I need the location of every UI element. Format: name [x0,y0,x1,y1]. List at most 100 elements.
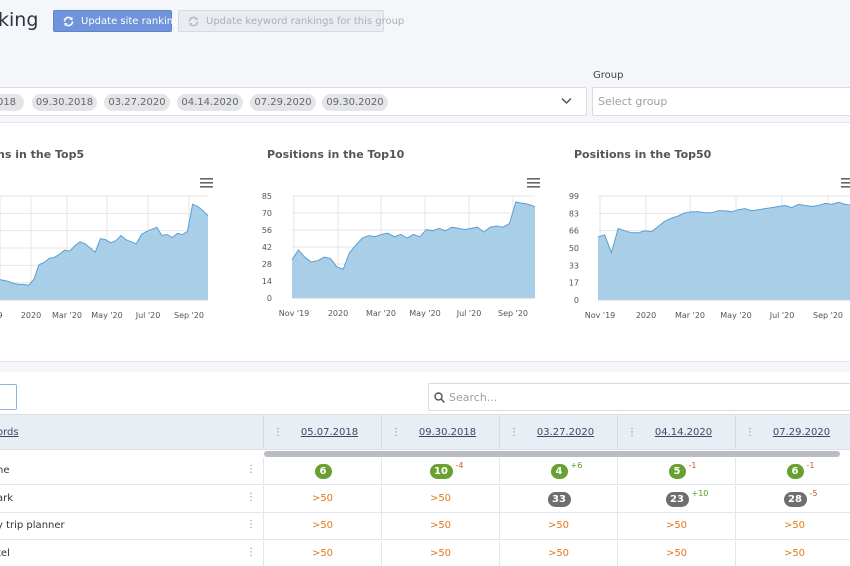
position-cell: 10 -4 [381,458,499,485]
y-tick-label: 33 [569,261,579,270]
x-tick-label: Mar '20 [366,309,396,318]
position-cell: 4 +6 [499,458,617,485]
date-column-header[interactable]: ⋮ 03.27.2020 [499,415,617,449]
position-cell: >50 [263,485,381,513]
position-change: +10 [691,488,709,498]
position-cell: >50 [263,540,381,566]
not-ranked-text: >50 [311,547,334,559]
row-menu-icon[interactable]: ⋮ [246,547,256,558]
y-tick-label: 42 [262,243,272,252]
position-change: -4 [455,461,464,470]
y-tick-label: 14 [262,277,272,286]
update-site-ranking-button[interactable]: Update site ranking [53,10,179,32]
rankings-table-area: r Search... ords ⋮ 05.07.2018 ⋮ 09.30.20… [0,372,850,566]
y-tick-label: 0 [574,296,579,305]
position-change: -5 [809,488,818,498]
position-change: -1 [688,461,697,470]
row-menu-icon[interactable]: ⋮ [246,464,256,475]
y-tick-label: 83 [569,209,579,218]
y-tick-label: 99 [569,192,579,201]
position-badge: 5 [668,464,686,479]
date-column-header[interactable]: ⋮ 04.14.2020 [617,415,735,449]
x-tick-label: Mar '20 [675,311,705,320]
position-change: -1 [806,461,815,470]
date-column-header[interactable]: ⋮ 05.07.2018 [263,415,381,449]
x-tick-label: Sep '20 [813,311,843,320]
position-badge: 4 [550,464,568,479]
filter-button[interactable]: r [0,384,17,410]
position-cell: >50 [735,513,850,540]
not-ranked-text: >50 [783,547,806,559]
position-cell: 23 +10 [617,485,735,513]
not-ranked-text: >50 [783,520,806,531]
table-row[interactable]: ark ⋮ >50 >50 33 23 +10 28 -5 [0,485,850,513]
table-header: ords ⋮ 05.07.2018 ⋮ 09.30.2018 ⋮ 03.27.2… [0,414,850,450]
not-ranked-text: >50 [665,547,688,559]
keyword-cell: ne [0,465,10,476]
table-row[interactable]: tel ⋮ >50 >50 >50 >50 >50 [0,540,850,566]
refresh-icon [63,16,74,26]
search-input[interactable]: Search... [428,383,850,411]
refresh-icon [188,16,199,26]
y-tick-label: 28 [262,260,272,269]
date-chip[interactable]: 07.29.2020 [250,94,316,111]
date-chip[interactable]: 09.30.2020 [322,94,388,111]
x-tick-label: Jul '20 [135,311,161,320]
not-ranked-text: >50 [429,547,452,559]
not-ranked-text: >50 [547,520,570,531]
position-cell: >50 [263,513,381,540]
position-cell: 33 [499,485,617,513]
y-tick-label: 66 [569,227,579,236]
date-multiselect[interactable]: 018 09.30.2018 03.27.2020 04.14.2020 07.… [0,87,587,116]
date-chip[interactable]: 018 [0,94,24,111]
date-chip[interactable]: 03.27.2020 [104,94,170,111]
x-tick-label: 2020 [21,311,41,320]
date-chip[interactable]: 04.14.2020 [177,94,243,111]
date-column-label: 07.29.2020 [772,427,831,438]
y-tick-label: 70 [262,209,272,218]
update-keyword-rankings-button[interactable]: Update keyword rankings for this group [178,10,404,32]
date-column-label: 05.07.2018 [300,427,359,438]
table-row[interactable]: ne ⋮ 6 10 -4 4 +6 5 -1 6 -1 [0,458,850,485]
page-title: king [0,9,39,31]
row-menu-icon[interactable]: ⋮ [246,519,256,530]
x-tick-label: 9 [0,311,3,320]
table-row[interactable]: y trip planner ⋮ >50 >50 >50 >50 >50 [0,513,850,540]
update-site-ranking-label: Update site ranking [81,15,180,27]
keyword-cell: ark [0,492,14,504]
charts-panel: ns in the Top5 Positions in the Top10 Po… [0,122,850,362]
x-tick-label: May '20 [720,311,751,320]
keyword-cell: y trip planner [0,520,65,531]
position-cell: 28 -5 [735,485,850,513]
not-ranked-text: >50 [429,492,452,504]
chart-2: Nov '19 2020 Mar '20 May '20 Jul '20 Sep '20 9… [569,192,850,320]
position-badge: 28 [783,491,807,507]
position-badge: 10 [429,464,453,479]
update-keyword-rankings-label: Update keyword rankings for this group [206,15,405,27]
position-badge: 33 [547,491,571,507]
page-header: king Update site ranking Update keyword … [0,0,850,62]
date-column-header[interactable]: ⋮ 07.29.2020 [735,415,850,449]
chart-1: Nov '19 2020 Mar '20 May '20 Jul '20 Sep '20 8… [262,192,536,318]
position-cell: >50 [499,513,617,540]
keyword-cell: tel [0,547,10,559]
position-cell: >50 [617,513,735,540]
group-select[interactable]: Select group [592,87,850,116]
date-chip[interactable]: 09.30.2018 [32,94,97,111]
search-placeholder: Search... [449,391,498,404]
filter-row: 018 09.30.2018 03.27.2020 04.14.2020 07.… [0,62,850,122]
keywords-column-header[interactable]: ords [0,427,19,438]
position-cell: >50 [735,540,850,566]
date-column-header[interactable]: ⋮ 09.30.2018 [381,415,499,449]
chevron-down-icon[interactable] [561,97,572,105]
not-ranked-text: >50 [311,520,334,531]
x-tick-label: Jul '20 [456,309,482,318]
x-tick-label: Sep '20 [498,309,528,318]
y-tick-label: 50 [569,244,579,253]
x-tick-label: Nov '19 [279,309,310,318]
y-tick-label: 56 [262,226,272,235]
horizontal-scrollbar[interactable] [264,451,840,457]
row-menu-icon[interactable]: ⋮ [246,492,256,503]
date-column-label: 03.27.2020 [536,427,595,438]
x-tick-label: 2020 [636,311,656,320]
